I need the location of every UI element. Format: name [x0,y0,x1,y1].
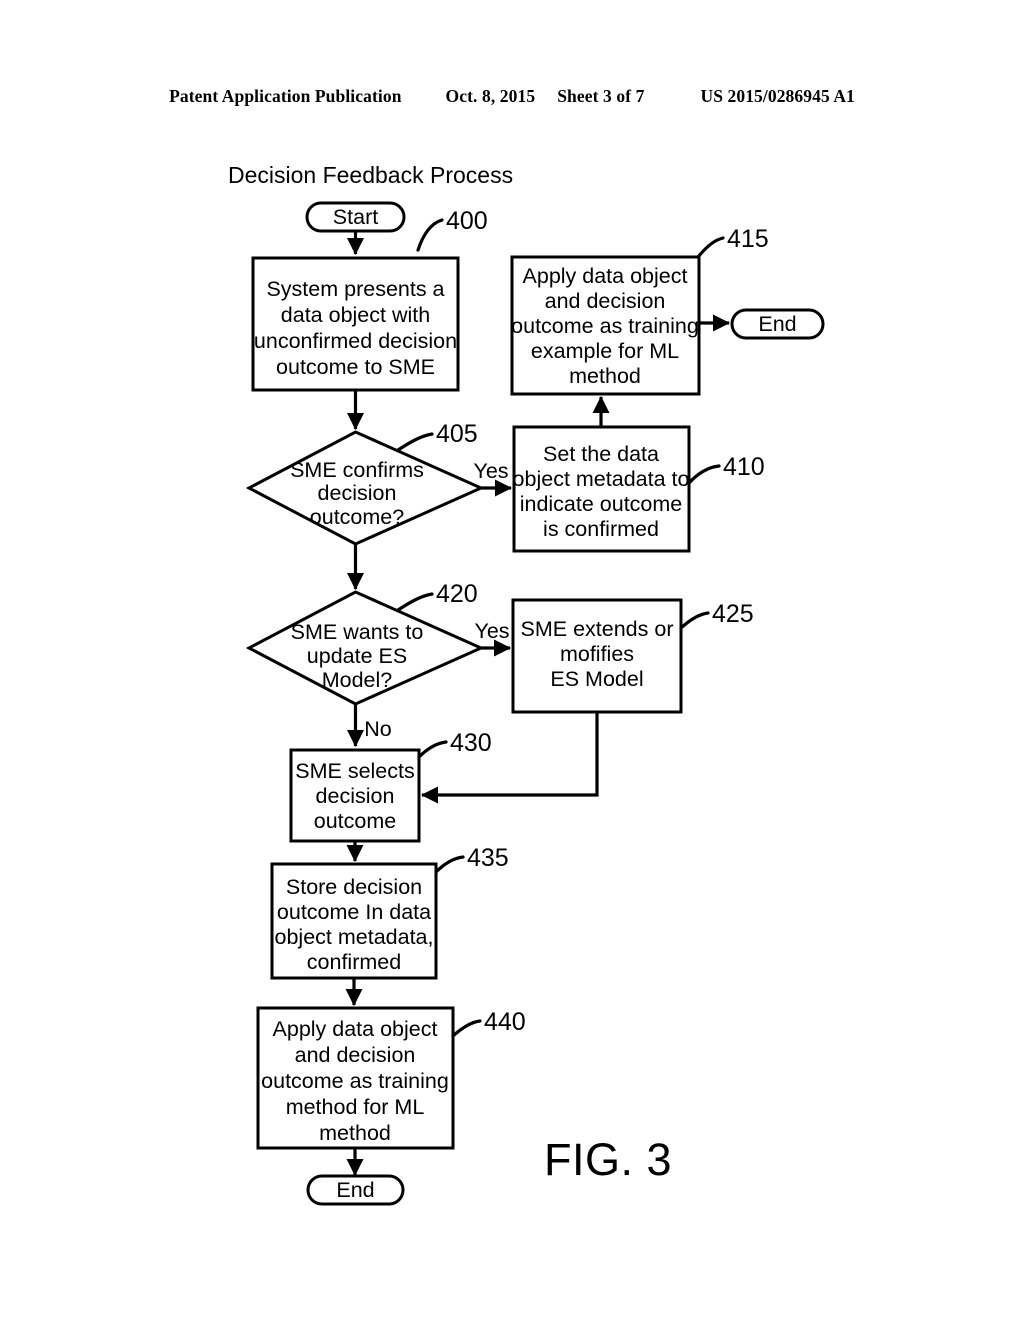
reference-numeral-440: 440 [484,1008,526,1036]
process-node-415: Apply data object and decision outcome a… [510,255,701,396]
start-terminal: Start [305,201,406,233]
reference-numeral-405: 405 [436,420,478,448]
end-terminal-top: End [730,308,825,340]
flowchart-svg: Decision Feedback Process Start System p… [228,162,825,1206]
node-420-line-1: update ES [307,644,407,668]
process-node-400: System presents a data object with uncon… [251,256,460,392]
branch-label-yes-420: Yes [474,619,509,643]
node-415-line-2: outcome as training [511,314,699,338]
process-node-440: Apply data object and decision outcome a… [256,1006,455,1150]
node-440-line-3: method for ML [286,1095,425,1119]
connector-425-to-430 [420,712,599,804]
figure-title: Decision Feedback Process [228,162,513,188]
node-440-line-4: method [319,1121,391,1145]
node-440-line-2: outcome as training [261,1069,449,1093]
node-435-line-2: object metadata, [275,925,434,949]
node-425-line-2: ES Model [550,667,643,691]
node-435-line-0: Store decision [286,875,422,899]
leader-line-400 [416,218,444,252]
node-430-line-0: SME selects [295,759,414,783]
reference-numeral-430: 430 [450,729,492,757]
node-430-line-1: decision [316,784,395,808]
node-415-line-0: Apply data object [523,264,688,288]
decision-node-405: SME confirms decision outcome? [245,430,485,546]
end-terminal-bottom: End [306,1174,405,1206]
reference-numeral-410: 410 [723,453,765,481]
reference-numeral-420: 420 [436,580,478,608]
node-425-line-0: SME extends or [521,617,674,641]
start-terminal-label: Start [333,205,378,229]
reference-numeral-435: 435 [467,844,509,872]
reference-numeral-425: 425 [712,600,754,628]
node-415-line-1: and decision [545,289,666,313]
node-415-line-4: method [569,364,641,388]
leader-line-440 [451,1019,482,1038]
node-425-line-1: mofifies [560,642,634,666]
node-415-line-3: example for ML [531,339,679,363]
node-440-line-1: and decision [295,1043,416,1067]
leader-line-430 [417,740,448,759]
node-440-line-0: Apply data object [273,1017,438,1041]
node-430-line-2: outcome [314,809,396,833]
end-terminal-top-label: End [758,312,796,336]
process-node-425: SME extends or mofifies ES Model [511,598,683,714]
node-435-line-1: outcome In data [277,900,431,924]
leader-line-425 [679,611,710,630]
leader-line-410 [687,464,721,485]
reference-numeral-400: 400 [446,207,488,235]
node-410-line-3: is confirmed [543,517,659,541]
leader-line-405 [396,432,434,452]
node-405-line-2: outcome? [310,505,404,529]
decision-node-420: SME wants to update ES Model? [245,590,485,706]
leader-line-420 [396,592,434,612]
branch-label-yes-405: Yes [473,459,508,483]
node-410-line-0: Set the data [543,442,659,466]
node-435-line-3: confirmed [307,950,401,974]
node-400-line-0: System presents a [266,277,444,301]
node-410-line-2: indicate outcome [520,492,683,516]
figure-caption: FIG. 3 [544,1134,672,1185]
branch-label-no-420: No [364,717,392,741]
node-405-line-1: decision [318,481,397,505]
node-420-line-0: SME wants to [291,620,424,644]
process-node-430: SME selects decision outcome [289,748,421,843]
flowchart-figure: Decision Feedback Process Start System p… [0,0,1024,1320]
node-420-line-2: Model? [322,668,393,692]
process-node-435: Store decision outcome In data object me… [270,862,438,980]
node-400-line-1: data object with [281,303,430,327]
leader-line-415 [696,236,725,259]
end-terminal-bottom-label: End [336,1178,374,1202]
node-405-line-0: SME confirms [290,458,424,482]
leader-line-435 [434,855,465,874]
node-410-line-1: object metadata to [513,467,690,491]
node-400-line-3: outcome to SME [276,355,435,379]
reference-numeral-415: 415 [727,225,769,253]
node-400-line-2: unconfirmed decision [254,329,457,353]
process-node-410: Set the data object metadata to indicate… [512,425,691,553]
